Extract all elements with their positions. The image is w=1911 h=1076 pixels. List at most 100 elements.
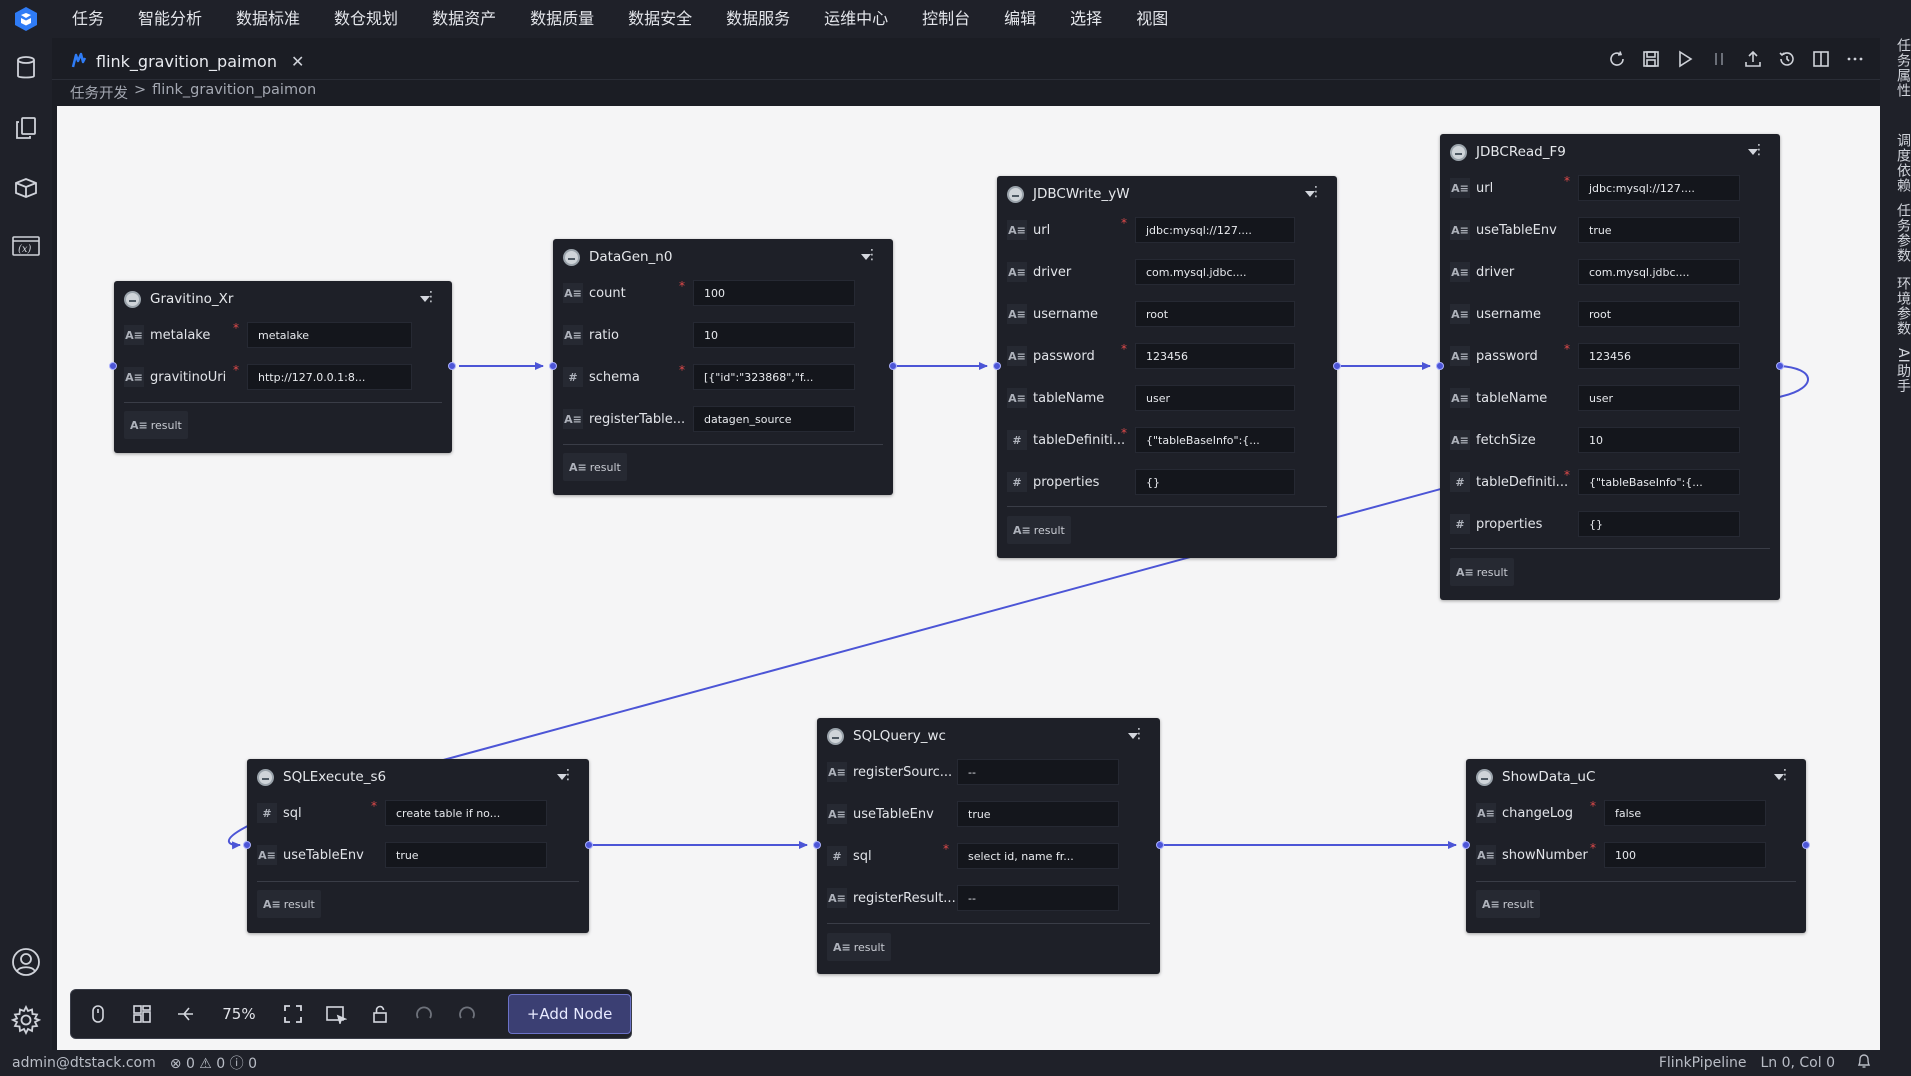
input-port[interactable] — [993, 362, 1001, 370]
field-input[interactable]: -- — [957, 759, 1119, 785]
package-cube-icon[interactable] — [10, 172, 42, 204]
node-more-icon[interactable]: ⋮ — [1752, 143, 1766, 157]
result-output[interactable]: A≡ result — [257, 890, 321, 918]
menu-item[interactable]: 任务 — [52, 0, 121, 38]
fit-view-icon[interactable] — [280, 1001, 306, 1027]
field-input[interactable]: true — [957, 801, 1119, 827]
field-input[interactable]: com.mysql.jdbc.... — [1578, 259, 1740, 285]
field-input[interactable]: select id, name fr... — [957, 843, 1119, 869]
menu-item[interactable]: 视图 — [1119, 0, 1185, 38]
field-input[interactable]: 100 — [693, 280, 855, 306]
field-input[interactable]: -- — [957, 885, 1119, 911]
field-input[interactable]: 123456 — [1578, 343, 1740, 369]
layout-grid-icon[interactable] — [129, 1001, 155, 1027]
status-problems[interactable]: ⊗ 0 ⚠ 0 ⓘ 0 — [170, 1053, 257, 1073]
field-input[interactable]: {} — [1578, 511, 1740, 537]
node-more-icon[interactable]: ⋮ — [1778, 768, 1792, 782]
node-more-icon[interactable]: ⋮ — [561, 768, 575, 782]
result-output[interactable]: A≡ result — [1007, 516, 1071, 544]
node-sqlquery-wc[interactable]: SQLQuery_wc ⋮ A≡ result A≡ registerSourc..… — [817, 718, 1160, 974]
field-input[interactable]: {} — [1135, 469, 1295, 495]
node-showdata-uc[interactable]: ShowData_uC ⋮ A≡ result A≡ changeLog * false… — [1466, 759, 1806, 933]
right-panel-tab[interactable]: 任务属性 — [1880, 38, 1911, 98]
field-input[interactable]: user — [1578, 385, 1740, 411]
right-panel-tab[interactable]: 环境参数 — [1880, 276, 1911, 336]
field-input[interactable]: [{"id":"323868","f... — [693, 364, 855, 390]
right-panel-tab[interactable]: AI助手 — [1880, 348, 1911, 394]
database-icon[interactable] — [10, 52, 42, 84]
field-input[interactable]: jdbc:mysql://127.... — [1135, 217, 1295, 243]
field-input[interactable]: root — [1135, 301, 1295, 327]
right-panel-tab[interactable]: 任务参数 — [1880, 203, 1911, 263]
input-port[interactable] — [1436, 362, 1444, 370]
menu-item[interactable]: 智能分析 — [121, 0, 219, 38]
field-input[interactable]: 123456 — [1135, 343, 1295, 369]
node-more-icon[interactable]: ⋮ — [1132, 727, 1146, 741]
node-more-icon[interactable]: ⋮ — [1309, 185, 1323, 199]
field-input[interactable]: 10 — [1578, 427, 1740, 453]
tab-flink-gravition-paimon[interactable]: flink_gravition_paimon ✕ — [70, 42, 304, 80]
field-input[interactable]: true — [1578, 217, 1740, 243]
menu-item[interactable]: 数据安全 — [611, 0, 709, 38]
status-language[interactable]: FlinkPipeline — [1659, 1055, 1747, 1071]
status-user[interactable]: admin@dtstack.com — [12, 1055, 156, 1071]
minimap-icon[interactable] — [323, 1001, 349, 1027]
field-input[interactable]: false — [1604, 800, 1766, 826]
field-input[interactable]: {"tableBaseInfo":{... — [1135, 427, 1295, 453]
input-port[interactable] — [109, 362, 117, 370]
field-input[interactable]: {"tableBaseInfo":{... — [1578, 469, 1740, 495]
variables-icon[interactable]: (x) — [10, 230, 42, 262]
node-more-icon[interactable]: ⋮ — [865, 248, 879, 262]
run-icon[interactable] — [1674, 48, 1696, 70]
menu-item[interactable]: 数据服务 — [709, 0, 807, 38]
node-gravitino-xr[interactable]: Gravitino_Xr ⋮ A≡ result A≡ metalake * metal… — [114, 281, 452, 453]
connector-style-icon[interactable] — [172, 1001, 198, 1027]
output-port[interactable] — [1776, 362, 1784, 370]
field-input[interactable]: datagen_source — [693, 406, 855, 432]
menu-item[interactable]: 运维中心 — [807, 0, 905, 38]
menu-item[interactable]: 数据标准 — [219, 0, 317, 38]
settings-gear-icon[interactable] — [10, 1004, 42, 1036]
zoom-level[interactable]: 75% — [216, 1005, 262, 1023]
node-datagen-n0[interactable]: DataGen_n0 ⋮ A≡ result A≡ count * 100 A≡ ratio… — [553, 239, 893, 495]
result-output[interactable]: A≡ result — [1450, 558, 1514, 586]
output-port[interactable] — [889, 362, 897, 370]
result-output[interactable]: A≡ result — [124, 411, 188, 439]
output-port[interactable] — [1802, 841, 1810, 849]
field-input[interactable]: user — [1135, 385, 1295, 411]
input-port[interactable] — [813, 841, 821, 849]
notification-bell-icon[interactable] — [1857, 1053, 1871, 1073]
menu-item[interactable]: 数据质量 — [513, 0, 611, 38]
menu-item[interactable]: 数仓规划 — [317, 0, 415, 38]
right-panel-tab[interactable]: 调度依赖 — [1880, 133, 1911, 193]
field-input[interactable]: metalake — [247, 322, 412, 348]
history-icon[interactable] — [1776, 48, 1798, 70]
input-port[interactable] — [549, 362, 557, 370]
input-port[interactable] — [1462, 841, 1470, 849]
node-more-icon[interactable]: ⋮ — [424, 290, 438, 304]
menu-item[interactable]: 选择 — [1053, 0, 1119, 38]
pause-icon[interactable] — [1708, 48, 1730, 70]
node-jdbcread-f9[interactable]: JDBCRead_F9 ⋮ A≡ result A≡ url * jdbc:mysql:… — [1440, 134, 1780, 600]
menu-item[interactable]: 编辑 — [987, 0, 1053, 38]
undo-icon[interactable] — [411, 1001, 437, 1027]
status-cursor-position[interactable]: Ln 0, Col 0 — [1760, 1055, 1835, 1071]
more-actions-icon[interactable] — [1844, 48, 1866, 70]
breadcrumb-root[interactable]: 任务开发 — [70, 82, 128, 103]
refresh-icon[interactable] — [1606, 48, 1628, 70]
output-port[interactable] — [585, 841, 593, 849]
menu-item[interactable]: 数据资产 — [415, 0, 513, 38]
result-output[interactable]: A≡ result — [827, 933, 891, 961]
account-icon[interactable] — [10, 946, 42, 978]
field-input[interactable]: 100 — [1604, 842, 1766, 868]
node-jdbcwrite-yw[interactable]: JDBCWrite_yW ⋮ A≡ result A≡ url * jdbc:mysql… — [997, 176, 1337, 558]
field-input[interactable]: create table if no... — [385, 800, 547, 826]
app-logo-icon[interactable] — [0, 0, 52, 38]
field-input[interactable]: true — [385, 842, 547, 868]
add-node-button[interactable]: +Add Node — [508, 994, 631, 1034]
input-port[interactable] — [243, 841, 251, 849]
redo-icon[interactable] — [455, 1001, 481, 1027]
field-input[interactable]: http://127.0.0.1:8... — [247, 364, 412, 390]
field-input[interactable]: com.mysql.jdbc.... — [1135, 259, 1295, 285]
copy-files-icon[interactable] — [10, 112, 42, 144]
